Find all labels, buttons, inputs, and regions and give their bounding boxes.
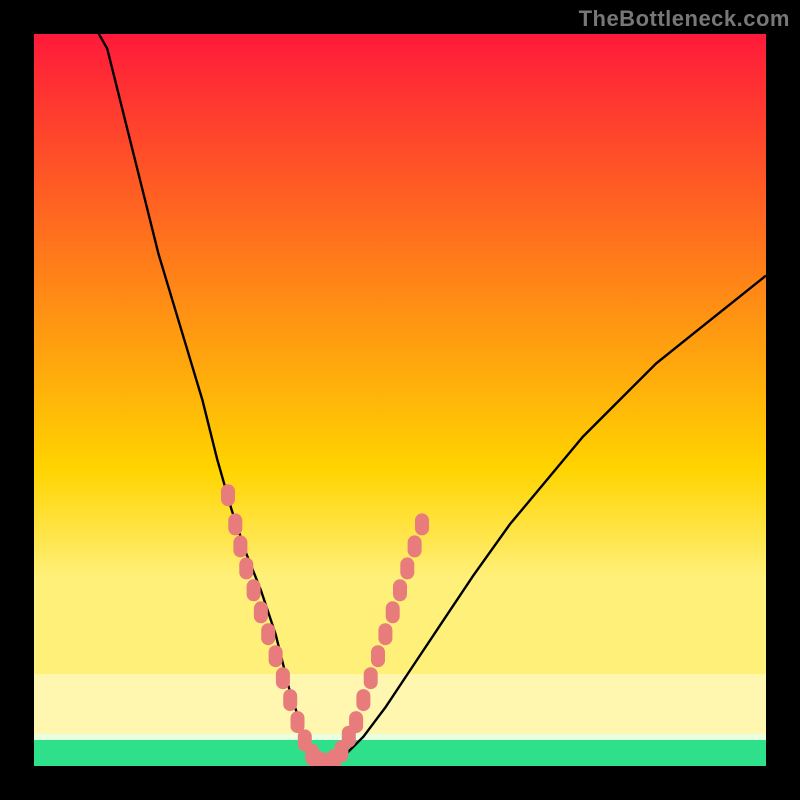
watermark-text: TheBottleneck.com — [579, 6, 790, 32]
curve-marker — [283, 689, 297, 711]
curve-marker — [261, 623, 275, 645]
curve-marker — [276, 667, 290, 689]
curve-marker — [393, 579, 407, 601]
curve-marker — [247, 579, 261, 601]
curve-marker — [415, 513, 429, 535]
pale-band — [34, 674, 766, 734]
curve-marker — [371, 645, 385, 667]
curve-marker — [400, 557, 414, 579]
curve-marker — [291, 711, 305, 733]
curve-marker — [349, 711, 363, 733]
curve-marker — [386, 601, 400, 623]
chart-frame: TheBottleneck.com — [0, 0, 800, 800]
curve-marker — [239, 557, 253, 579]
gradient-background — [34, 34, 766, 674]
curve-marker — [254, 601, 268, 623]
curve-marker — [408, 535, 422, 557]
curve-marker — [378, 623, 392, 645]
curve-marker — [356, 689, 370, 711]
curve-marker — [364, 667, 378, 689]
curve-marker — [233, 535, 247, 557]
divider-band — [34, 734, 766, 740]
curve-marker — [228, 513, 242, 535]
chart-svg — [34, 34, 766, 766]
curve-marker — [269, 645, 283, 667]
plot-area — [34, 34, 766, 766]
curve-marker — [221, 484, 235, 506]
green-band — [34, 740, 766, 766]
